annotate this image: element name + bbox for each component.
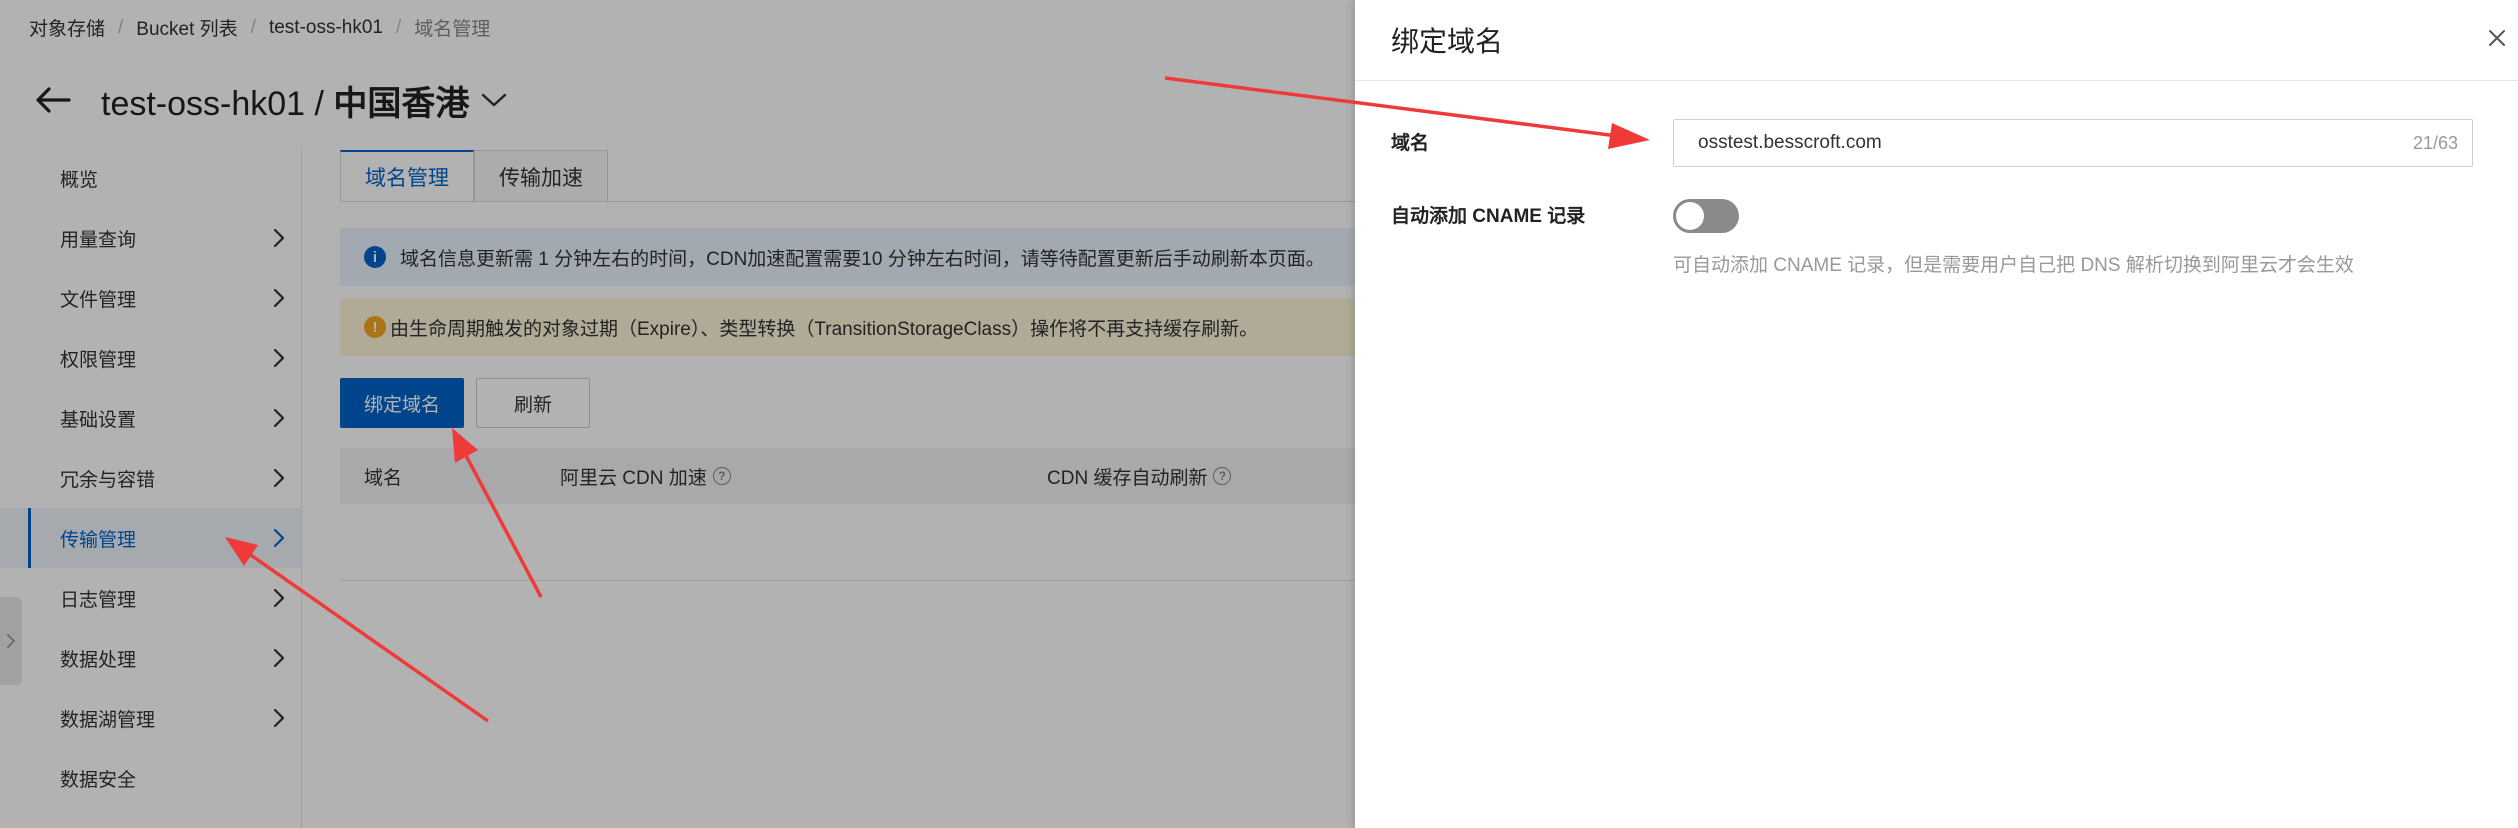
close-button[interactable] [2483,24,2511,52]
cname-hint: 可自动添加 CNAME 记录，但是需要用户自己把 DNS 解析切换到阿里云才会生… [1673,255,2354,276]
bind-domain-drawer: 绑定域名 域名 osstest.besscroft.com 21/63 自动添加… [1355,0,2518,828]
modal-overlay[interactable] [0,0,1355,828]
cname-toggle[interactable] [1673,199,1739,233]
cname-label: 自动添加 CNAME 记录 [1391,206,1586,227]
drawer-divider [1355,80,2518,81]
toggle-knob [1676,202,1704,230]
domain-char-count: 21/63 [2412,132,2458,153]
close-icon [2489,30,2505,46]
domain-input-value: osstest.besscroft.com [1698,132,1882,153]
drawer-title: 绑定域名 [1391,26,1504,57]
domain-input[interactable]: osstest.besscroft.com 21/63 [1673,119,2473,167]
domain-label: 域名 [1391,133,1430,154]
